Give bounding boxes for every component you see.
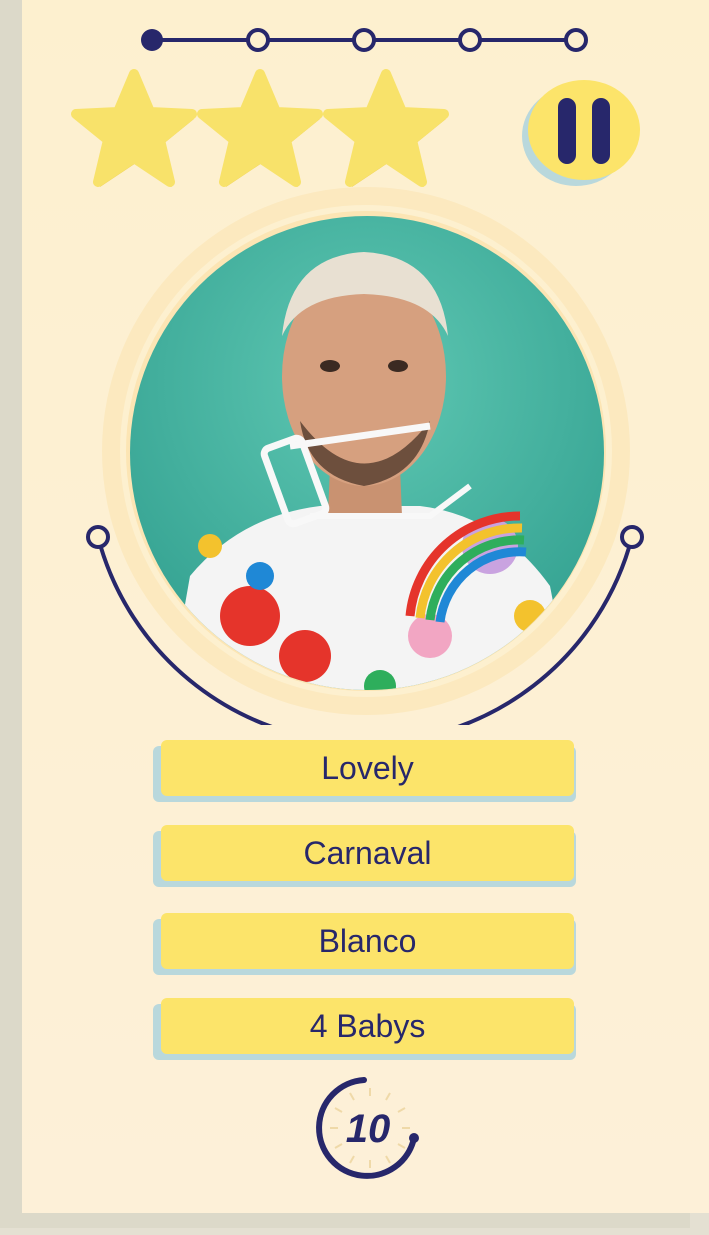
stars-rating bbox=[70, 64, 460, 187]
progress-dot-4 bbox=[458, 28, 482, 52]
star-icon bbox=[328, 74, 446, 187]
answer-label: Carnaval bbox=[161, 825, 574, 881]
progress-track bbox=[141, 28, 588, 52]
progress-dot-3 bbox=[352, 28, 376, 52]
portrait-photo bbox=[130, 216, 604, 690]
star-icon bbox=[76, 74, 194, 187]
answer-button[interactable]: Carnaval bbox=[153, 825, 578, 889]
timer-value: 10 bbox=[346, 1107, 391, 1151]
answer-button[interactable]: 4 Babys bbox=[153, 998, 578, 1062]
progress-dot-1 bbox=[141, 29, 163, 51]
answer-label: Lovely bbox=[161, 740, 574, 796]
person-figure bbox=[170, 252, 570, 690]
countdown-timer: 10 bbox=[316, 1077, 419, 1179]
answer-label: Blanco bbox=[161, 913, 574, 969]
answer-button[interactable]: Lovely bbox=[153, 740, 578, 804]
answer-list: Lovely Carnaval Blanco 4 Babys bbox=[153, 740, 578, 1083]
pause-button[interactable] bbox=[518, 76, 646, 188]
progress-dot-5 bbox=[564, 28, 588, 52]
answer-label: 4 Babys bbox=[161, 998, 574, 1054]
star-icon bbox=[202, 74, 320, 187]
progress-dot-2 bbox=[246, 28, 270, 52]
answer-button[interactable]: Blanco bbox=[153, 913, 578, 977]
